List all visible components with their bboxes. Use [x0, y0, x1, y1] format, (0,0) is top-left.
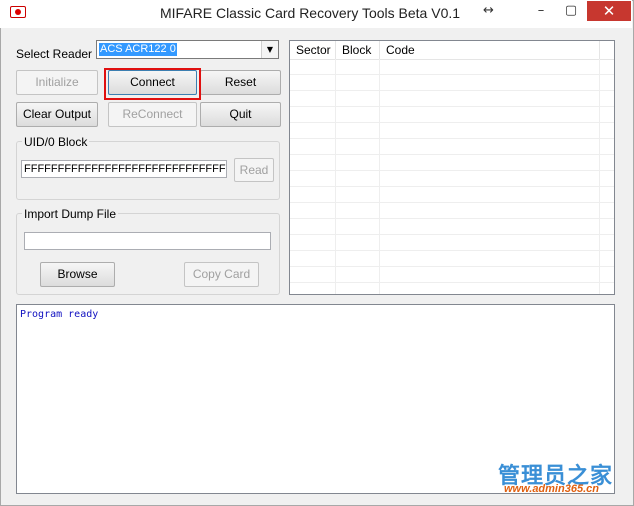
read-button[interactable]: Read	[234, 158, 274, 182]
table-header: Sector Block Code	[290, 41, 614, 60]
clear-output-button[interactable]: Clear Output	[16, 102, 98, 127]
reader-selected-value: ACS ACR122 0	[99, 43, 177, 56]
uid-input[interactable]: FFFFFFFFFFFFFFFFFFFFFFFFFFFFFFFF	[21, 160, 227, 178]
chevron-down-icon[interactable]: ▼	[261, 41, 278, 58]
browse-button[interactable]: Browse	[40, 262, 115, 287]
column-header-code[interactable]: Code	[380, 41, 600, 59]
close-button[interactable]: ✕	[587, 1, 631, 21]
app-icon	[10, 6, 26, 18]
grid-line	[335, 59, 336, 294]
grid-line	[379, 59, 380, 294]
grid-line	[599, 59, 600, 294]
sector-block-table[interactable]: Sector Block Code	[289, 40, 615, 295]
connect-highlight-box	[104, 68, 201, 100]
reconnect-button[interactable]: ReConnect	[108, 102, 197, 127]
reset-button[interactable]: Reset	[200, 70, 281, 95]
table-body	[290, 59, 614, 294]
select-reader-label: Select Reader	[16, 47, 93, 61]
output-log-text: Program ready	[20, 309, 99, 320]
maximize-button[interactable]: ▢	[558, 1, 584, 21]
watermark-url: www.admin365.cn	[504, 483, 599, 495]
column-header-block[interactable]: Block	[336, 41, 380, 59]
copy-card-button[interactable]: Copy Card	[184, 262, 259, 287]
reader-select[interactable]: ACS ACR122 0 ▼	[96, 40, 279, 59]
resize-arrows-icon: ↔	[483, 3, 494, 18]
uid-group-title: UID/0 Block	[22, 135, 90, 149]
import-group-title: Import Dump File	[22, 207, 119, 221]
column-header-sector[interactable]: Sector	[290, 41, 336, 59]
window-title: MIFARE Classic Card Recovery Tools Beta …	[159, 5, 461, 21]
dump-file-input[interactable]	[24, 232, 271, 250]
quit-button[interactable]: Quit	[200, 102, 281, 127]
initialize-button[interactable]: Initialize	[16, 70, 98, 95]
minimize-button[interactable]: –	[528, 1, 554, 21]
